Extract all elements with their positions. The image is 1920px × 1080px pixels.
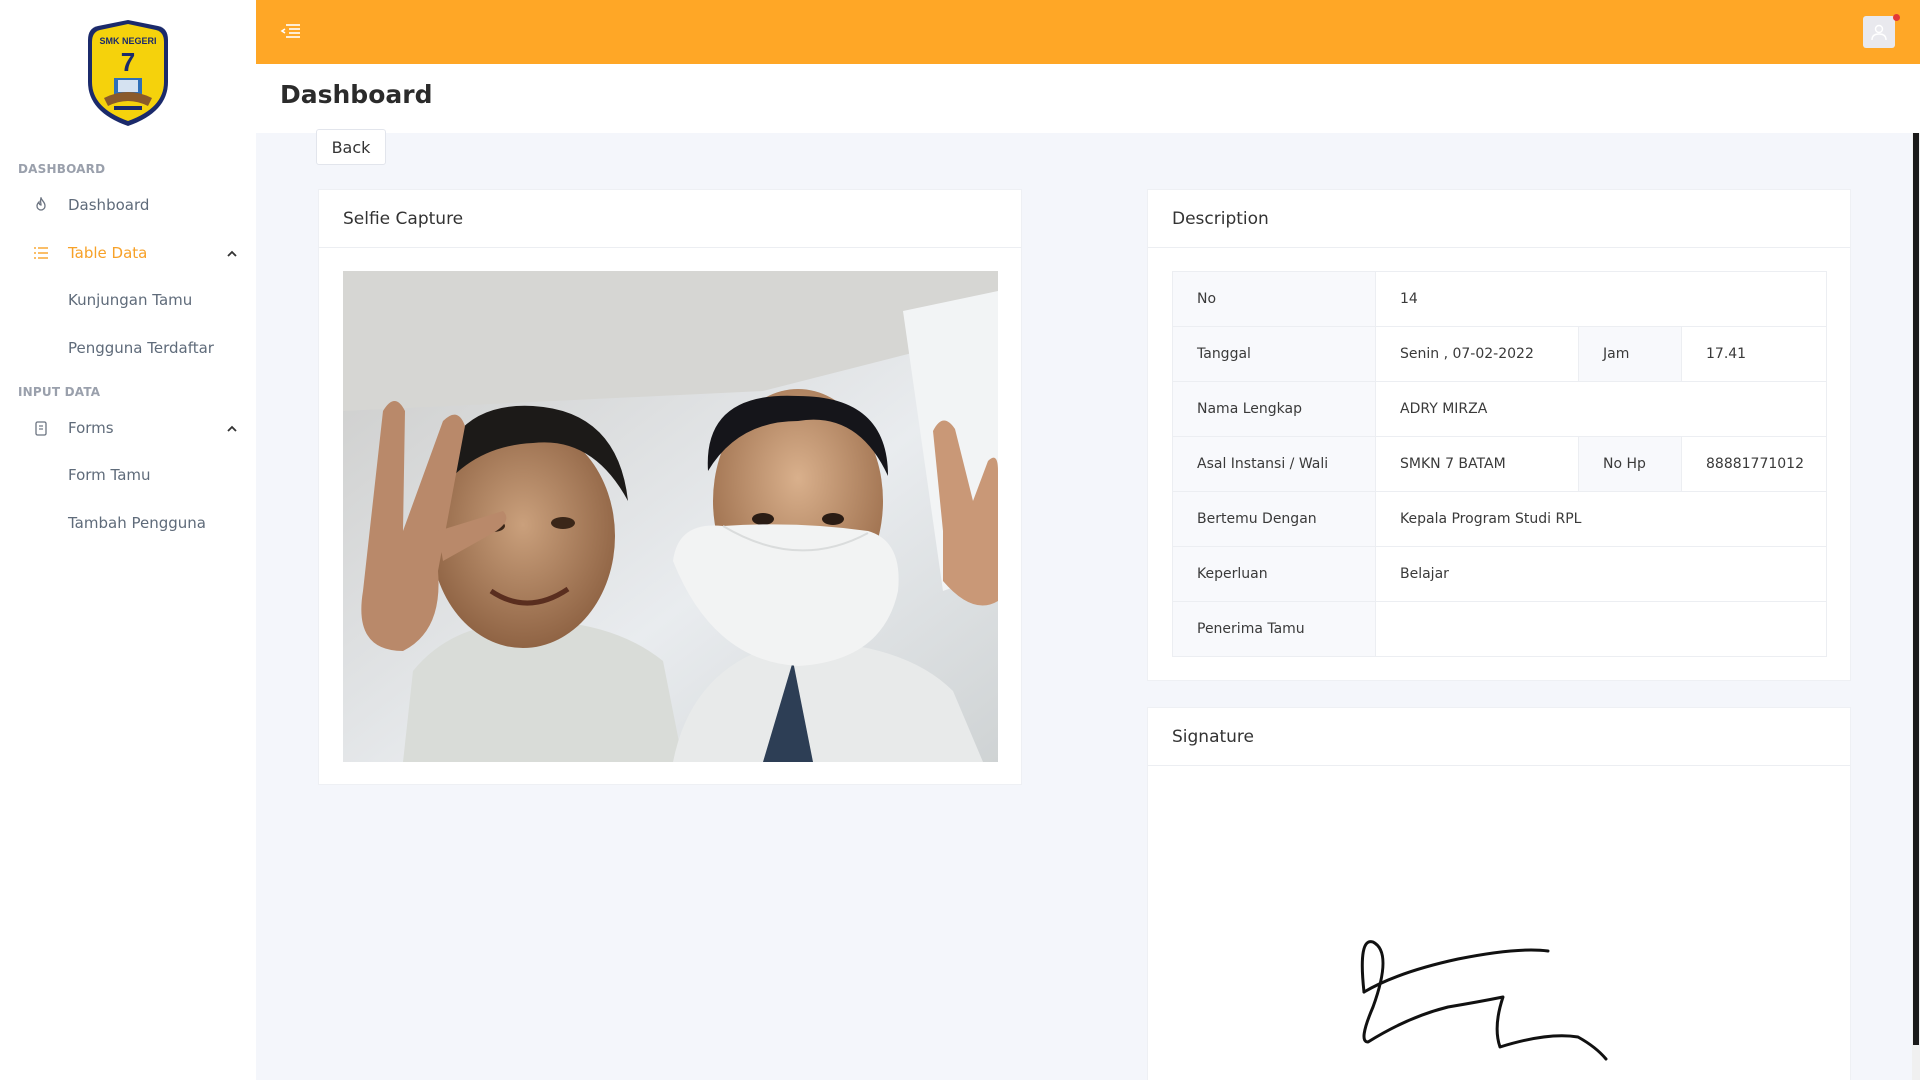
- page-header: Dashboard: [256, 64, 1920, 133]
- label-keperluan: Keperluan: [1172, 546, 1376, 602]
- signature-card: Signature: [1147, 707, 1851, 1080]
- back-button[interactable]: Back: [316, 129, 386, 165]
- chevron-up-icon: [226, 421, 238, 433]
- table-row: Penerima Tamu: [1172, 601, 1827, 657]
- label-penerima-tamu: Penerima Tamu: [1172, 601, 1376, 657]
- table-row: No 14: [1172, 271, 1827, 327]
- user-avatar-button[interactable]: [1863, 16, 1895, 48]
- section-label-input-data: INPUT DATA: [18, 385, 101, 399]
- table-row: Bertemu Dengan Kepala Program Studi RPL: [1172, 491, 1827, 547]
- sidebar-item-kunjungan-tamu[interactable]: Kunjungan Tamu: [68, 291, 192, 309]
- label-tanggal: Tanggal: [1172, 326, 1376, 382]
- list-icon: [33, 245, 49, 261]
- description-table: No 14 Tanggal Senin , 07-02-2022 Jam 17.…: [1172, 271, 1827, 657]
- clipboard-icon: [33, 420, 49, 436]
- sidebar: SMK NEGERI 7 DASHBOARD Dashboard Table D…: [0, 0, 256, 1080]
- sidebar-item-label: Dashboard: [68, 196, 150, 214]
- table-row: Asal Instansi / Wali SMKN 7 BATAM No Hp …: [1172, 436, 1827, 492]
- value-no-hp: 88881771012: [1681, 436, 1827, 492]
- table-row: Tanggal Senin , 07-02-2022 Jam 17.41: [1172, 326, 1827, 382]
- label-no-hp: No Hp: [1578, 436, 1682, 492]
- user-icon: [1871, 24, 1887, 41]
- logo-number: 7: [121, 47, 135, 77]
- value-no: 14: [1375, 271, 1827, 327]
- label-nama-lengkap: Nama Lengkap: [1172, 381, 1376, 437]
- value-keperluan: Belajar: [1375, 546, 1827, 602]
- sidebar-item-tambah-pengguna[interactable]: Tambah Pengguna: [68, 514, 206, 532]
- selfie-card-title: Selfie Capture: [319, 190, 1021, 248]
- table-row: Nama Lengkap ADRY MIRZA: [1172, 381, 1827, 437]
- sidebar-item-label: Table Data: [68, 244, 148, 262]
- signature-card-title: Signature: [1148, 708, 1850, 766]
- value-bertemu-dengan: Kepala Program Studi RPL: [1375, 491, 1827, 547]
- value-penerima-tamu: [1375, 601, 1827, 657]
- sidebar-item-pengguna-terdaftar[interactable]: Pengguna Terdaftar: [68, 339, 214, 357]
- fire-icon: [33, 195, 49, 213]
- label-asal-instansi: Asal Instansi / Wali: [1172, 436, 1376, 492]
- value-nama-lengkap: ADRY MIRZA: [1375, 381, 1827, 437]
- sidebar-item-forms[interactable]: Forms: [0, 408, 256, 448]
- sidebar-item-table-data[interactable]: Table Data: [0, 233, 256, 273]
- logo-top-text: SMK NEGERI: [99, 36, 156, 46]
- label-jam: Jam: [1578, 326, 1682, 382]
- signature-image: [1148, 767, 1850, 1080]
- value-jam: 17.41: [1681, 326, 1827, 382]
- table-row: Keperluan Belajar: [1172, 546, 1827, 602]
- scrollbar-thumb[interactable]: [1913, 133, 1919, 1045]
- chevron-up-icon: [226, 246, 238, 258]
- selfie-card: Selfie Capture: [318, 189, 1022, 785]
- section-label-dashboard: DASHBOARD: [18, 162, 106, 176]
- label-bertemu-dengan: Bertemu Dengan: [1172, 491, 1376, 547]
- page-title: Dashboard: [280, 80, 433, 109]
- label-no: No: [1172, 271, 1376, 327]
- description-card: Description No 14 Tanggal Senin , 07-02-…: [1147, 189, 1851, 681]
- sidebar-item-dashboard[interactable]: Dashboard: [0, 185, 256, 225]
- school-logo[interactable]: SMK NEGERI 7: [84, 16, 172, 128]
- value-asal-instansi: SMKN 7 BATAM: [1375, 436, 1579, 492]
- top-bar: [256, 0, 1920, 64]
- sidebar-item-form-tamu[interactable]: Form Tamu: [68, 466, 151, 484]
- sidebar-item-label: Forms: [68, 419, 114, 437]
- notification-dot: [1893, 14, 1900, 21]
- selfie-photo: [343, 271, 998, 762]
- description-card-title: Description: [1148, 190, 1850, 248]
- value-tanggal: Senin , 07-02-2022: [1375, 326, 1579, 382]
- menu-toggle-icon[interactable]: [280, 20, 302, 42]
